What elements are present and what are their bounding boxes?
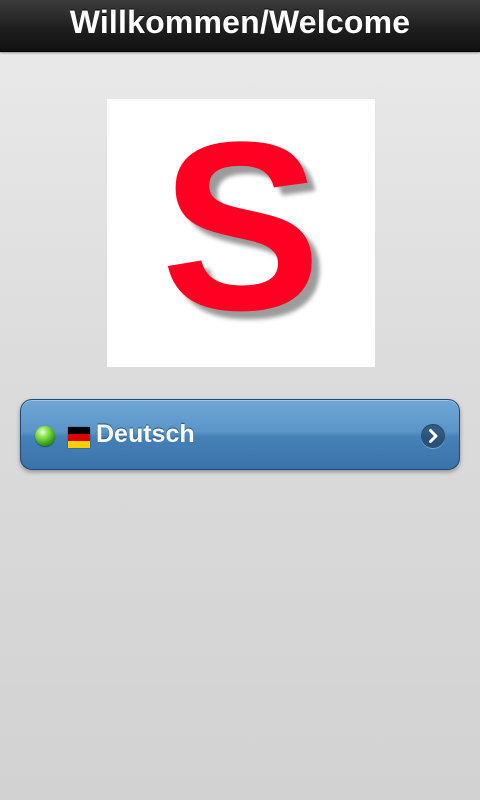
logo-s-icon: S S [161, 99, 329, 367]
header-bar: Willkommen/Welcome [0, 0, 480, 52]
chevron-right-icon[interactable] [421, 424, 445, 448]
green-dot-icon [35, 426, 55, 446]
language-item-deutsch[interactable]: Deutsch [20, 399, 460, 470]
app-logo: S S [107, 99, 375, 367]
page-title: Willkommen/Welcome [69, 4, 411, 40]
logo-letter: S [161, 99, 321, 360]
language-label: Deutsch [96, 420, 195, 448]
german-flag-icon [68, 427, 90, 448]
